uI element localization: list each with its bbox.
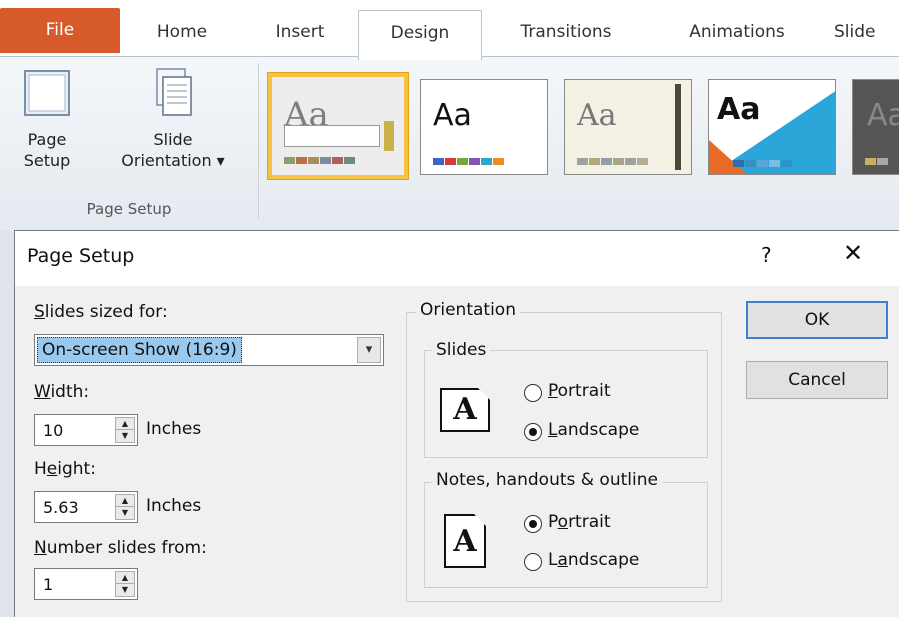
theme-sample-box: [284, 125, 380, 147]
spin-down-icon[interactable]: ▼: [116, 430, 134, 442]
number-slides-from-label: Number slides from:: [34, 538, 207, 558]
notes-portrait-label[interactable]: Portrait: [548, 512, 611, 532]
notes-landscape-radio[interactable]: [524, 553, 542, 571]
notes-landscape-label[interactable]: Landscape: [548, 550, 639, 570]
chevron-down-icon[interactable]: ▾: [357, 337, 381, 363]
tab-insert[interactable]: Insert: [250, 10, 350, 57]
ok-button[interactable]: OK: [746, 301, 888, 339]
theme-sample-text: Aa: [867, 98, 899, 133]
theme-swatches: [577, 150, 649, 165]
tab-slide-show[interactable]: Slide: [834, 10, 899, 57]
tab-transitions[interactable]: Transitions: [496, 10, 636, 57]
height-value: 5.63: [43, 498, 79, 517]
ribbon-tabs: File Home Insert Design Transitions Anim…: [0, 0, 899, 60]
height-spin-buttons[interactable]: ▲ ▼: [115, 494, 135, 520]
ribbon-design: Page Setup Slide Orientation ▾ Page Setu…: [0, 56, 899, 231]
height-spinner[interactable]: 5.63 ▲ ▼: [34, 491, 138, 523]
page-setup-label-1: Page: [27, 130, 67, 149]
slides-sized-for-value: On-screen Show (16:9): [37, 337, 242, 363]
slides-landscape-label[interactable]: Landscape: [548, 420, 639, 440]
tab-animations[interactable]: Animations: [662, 10, 812, 57]
tab-file[interactable]: File: [0, 8, 120, 53]
theme-thumb-4[interactable]: Aa: [708, 79, 836, 175]
page-setup-group-label: Page Setup: [86, 200, 172, 218]
theme-thumb-3[interactable]: Aa: [564, 79, 692, 175]
theme-swatches: [865, 150, 889, 165]
slide-orientation-button[interactable]: Slide Orientation ▾: [98, 65, 248, 171]
landscape-a-icon: A: [440, 388, 490, 432]
orientation-title: Orientation: [416, 300, 520, 320]
group-separator: [258, 63, 259, 218]
theme-sample-text: Aa: [577, 98, 617, 133]
slide-orientation-icon: [156, 68, 192, 116]
theme-thumb-office[interactable]: Aa: [268, 73, 408, 179]
slides-landscape-radio[interactable]: [524, 423, 542, 441]
tab-design[interactable]: Design: [358, 10, 482, 60]
number-slides-from-value: 1: [43, 575, 54, 594]
theme-sample-text: Aa: [717, 92, 761, 127]
spin-up-icon[interactable]: ▲: [116, 418, 134, 430]
theme-thumb-5[interactable]: Aa: [852, 79, 899, 175]
width-units: Inches: [146, 419, 202, 439]
page-setup-icon: [24, 70, 70, 116]
theme-sample-text: Aa: [433, 98, 472, 133]
spin-up-icon[interactable]: ▲: [116, 495, 134, 507]
slides-sized-for-select[interactable]: On-screen Show (16:9) ▾: [34, 334, 384, 366]
spin-up-icon[interactable]: ▲: [116, 572, 134, 584]
theme-sample-accent: [384, 121, 394, 151]
number-slides-from-spinner[interactable]: 1 ▲ ▼: [34, 568, 138, 600]
spin-down-icon[interactable]: ▼: [116, 584, 134, 596]
height-label: Height:: [34, 459, 96, 479]
slides-portrait-radio[interactable]: [524, 384, 542, 402]
width-label: Width:: [34, 382, 90, 402]
page-setup-label-2: Setup: [23, 151, 71, 170]
page-setup-button[interactable]: Page Setup: [14, 65, 80, 171]
dialog-title-bar: Page Setup ? ✕: [15, 231, 899, 286]
spin-down-icon[interactable]: ▼: [116, 507, 134, 519]
help-button[interactable]: ?: [761, 243, 772, 267]
theme-sample-bar: [675, 84, 681, 170]
notes-group-title: Notes, handouts & outline: [432, 470, 662, 490]
cancel-button[interactable]: Cancel: [746, 361, 888, 399]
close-button[interactable]: ✕: [843, 239, 863, 267]
slides-sized-for-label: Slides sized for:: [34, 302, 168, 322]
theme-swatches: [284, 149, 356, 164]
theme-swatches: [433, 150, 505, 165]
height-units: Inches: [146, 496, 202, 516]
tab-home[interactable]: Home: [132, 10, 232, 57]
notes-portrait-radio[interactable]: [524, 515, 542, 533]
slide-orientation-label-1: Slide: [153, 130, 193, 149]
theme-thumb-2[interactable]: Aa: [420, 79, 548, 175]
portrait-a-icon: A: [444, 514, 486, 568]
width-spinner[interactable]: 10 ▲ ▼: [34, 414, 138, 446]
width-spin-buttons[interactable]: ▲ ▼: [115, 417, 135, 443]
width-value: 10: [43, 421, 64, 440]
slides-group-title: Slides: [432, 340, 491, 360]
theme-gallery: Aa Aa Aa Aa A: [264, 69, 899, 187]
slides-portrait-label[interactable]: Portrait: [548, 381, 611, 401]
number-spin-buttons[interactable]: ▲ ▼: [115, 571, 135, 597]
dialog-title: Page Setup: [27, 245, 135, 267]
theme-swatches: [733, 152, 793, 167]
slide-orientation-label-2: Orientation ▾: [121, 151, 225, 170]
